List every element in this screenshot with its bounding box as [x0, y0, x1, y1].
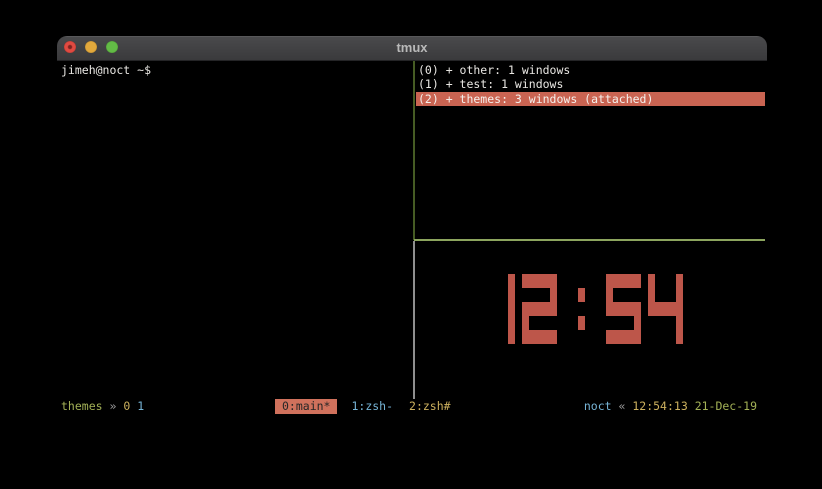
window-titlebar[interactable]: tmux — [57, 36, 767, 61]
status-right: noct « 12:54:13 21-Dec-19 — [584, 399, 757, 413]
window-title: tmux — [57, 36, 767, 60]
clock-display — [480, 274, 683, 344]
tmux-window: tmux jimeh@noct ~$ (0) + other: 1 window… — [57, 36, 767, 419]
pane-divider-vertical-top[interactable] — [413, 61, 415, 240]
session-list-item-selected[interactable]: (2) + themes: 3 windows (attached) — [416, 92, 765, 106]
shell-prompt[interactable]: jimeh@noct ~$ — [61, 63, 151, 77]
status-left: themes » 0 1 — [61, 399, 144, 413]
window-tab-active[interactable]: 0:main* — [275, 399, 337, 414]
pane-divider-vertical-bottom[interactable] — [413, 241, 415, 399]
window-tab[interactable]: 2:zsh# — [409, 399, 451, 413]
terminal-content: jimeh@noct ~$ (0) + other: 1 windows (1)… — [57, 61, 767, 419]
session-list-item[interactable]: (0) + other: 1 windows — [416, 63, 765, 77]
window-tab[interactable]: 1:zsh- — [351, 399, 393, 413]
session-list-pane: (0) + other: 1 windows (1) + test: 1 win… — [416, 63, 765, 106]
status-time: 12:54:13 — [632, 399, 687, 413]
desktop-background: tmux jimeh@noct ~$ (0) + other: 1 window… — [0, 0, 822, 489]
session-list-item[interactable]: (1) + test: 1 windows — [416, 77, 765, 91]
hostname: noct — [584, 399, 612, 413]
status-date: 21-Dec-19 — [695, 399, 757, 413]
status-left-item-1: 1 — [137, 399, 144, 413]
status-right-separator: « — [612, 399, 633, 413]
window-list: 0:main* 1:zsh- 2:zsh# — [275, 399, 451, 414]
pane-divider-horizontal[interactable] — [414, 239, 765, 241]
status-left-separator: » — [103, 399, 124, 413]
session-name: themes — [61, 399, 103, 413]
status-bar: themes » 0 1 0:main* 1:zsh- 2:zsh# noct … — [57, 399, 765, 414]
